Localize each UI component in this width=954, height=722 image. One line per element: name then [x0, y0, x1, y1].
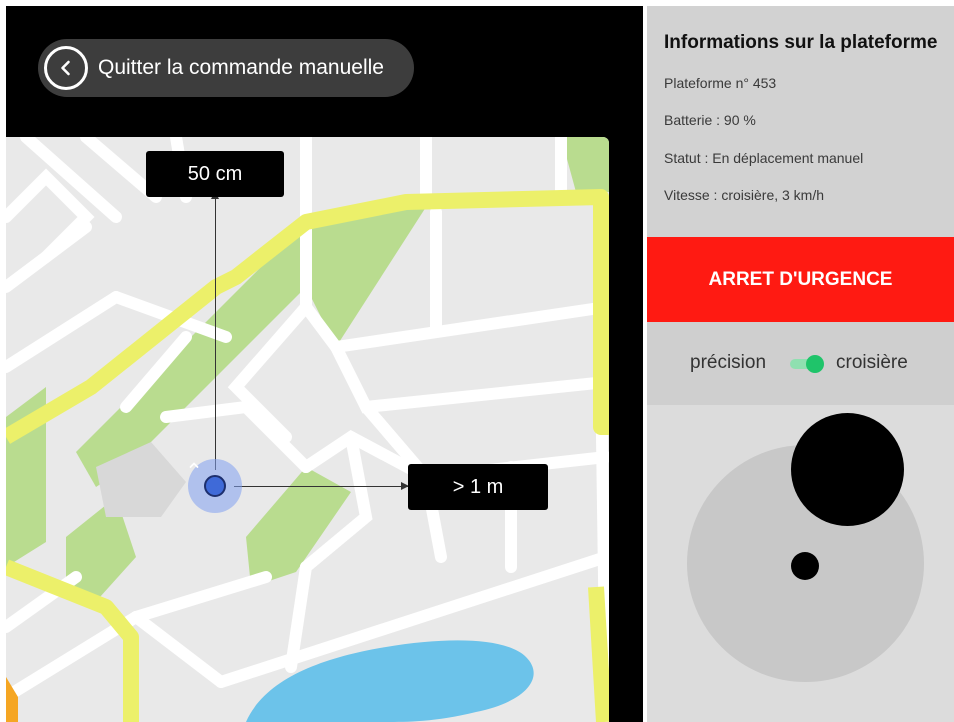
joystick-center-dot — [791, 552, 819, 580]
speed-mode-selector: précision croisière — [647, 322, 954, 405]
vertical-distance-guide — [211, 191, 219, 470]
park-area — [246, 467, 351, 587]
park-area — [561, 137, 609, 192]
map-view[interactable] — [6, 137, 609, 722]
map-panel: Quitter la commande manuelle 50 cm > 1 m — [6, 6, 643, 722]
battery-status: Batterie : 90 % — [664, 112, 756, 128]
joystick-area — [647, 405, 954, 722]
horizontal-distance-guide — [234, 482, 409, 490]
chevron-up-icon — [189, 462, 199, 468]
platform-info-box: Informations sur la plateforme Plateform… — [647, 6, 954, 237]
platform-number: Plateforme n° 453 — [664, 75, 777, 91]
movement-status: Statut : En déplacement manuel — [664, 150, 864, 166]
main-road — [6, 559, 139, 722]
speed-status: Vitesse : croisière, 3 km/h — [664, 187, 825, 203]
manual-control-screen: Quitter la commande manuelle 50 cm > 1 m… — [0, 0, 954, 722]
horizontal-distance-tag: > 1 m — [408, 464, 548, 510]
quit-manual-control-button[interactable]: Quitter la commande manuelle — [38, 39, 414, 97]
speed-mode-toggle[interactable] — [790, 355, 826, 373]
quit-manual-control-label: Quitter la commande manuelle — [98, 56, 384, 79]
current-position-marker — [188, 459, 242, 513]
position-dot — [189, 462, 226, 497]
main-road — [588, 586, 609, 722]
platform-panel: Informations sur la plateforme Plateform… — [647, 6, 954, 722]
joystick-handle[interactable] — [791, 413, 904, 526]
chevron-left-icon — [44, 46, 88, 90]
platform-info-title: Informations sur la plateforme — [664, 32, 938, 53]
precision-mode-label[interactable]: précision — [690, 352, 766, 374]
vertical-distance-tag: 50 cm — [146, 151, 284, 197]
cruise-mode-label[interactable]: croisière — [836, 352, 908, 374]
emergency-stop-button[interactable]: ARRET D'URGENCE — [647, 237, 954, 322]
toggle-knob — [806, 355, 824, 373]
map-graphic — [6, 137, 609, 722]
